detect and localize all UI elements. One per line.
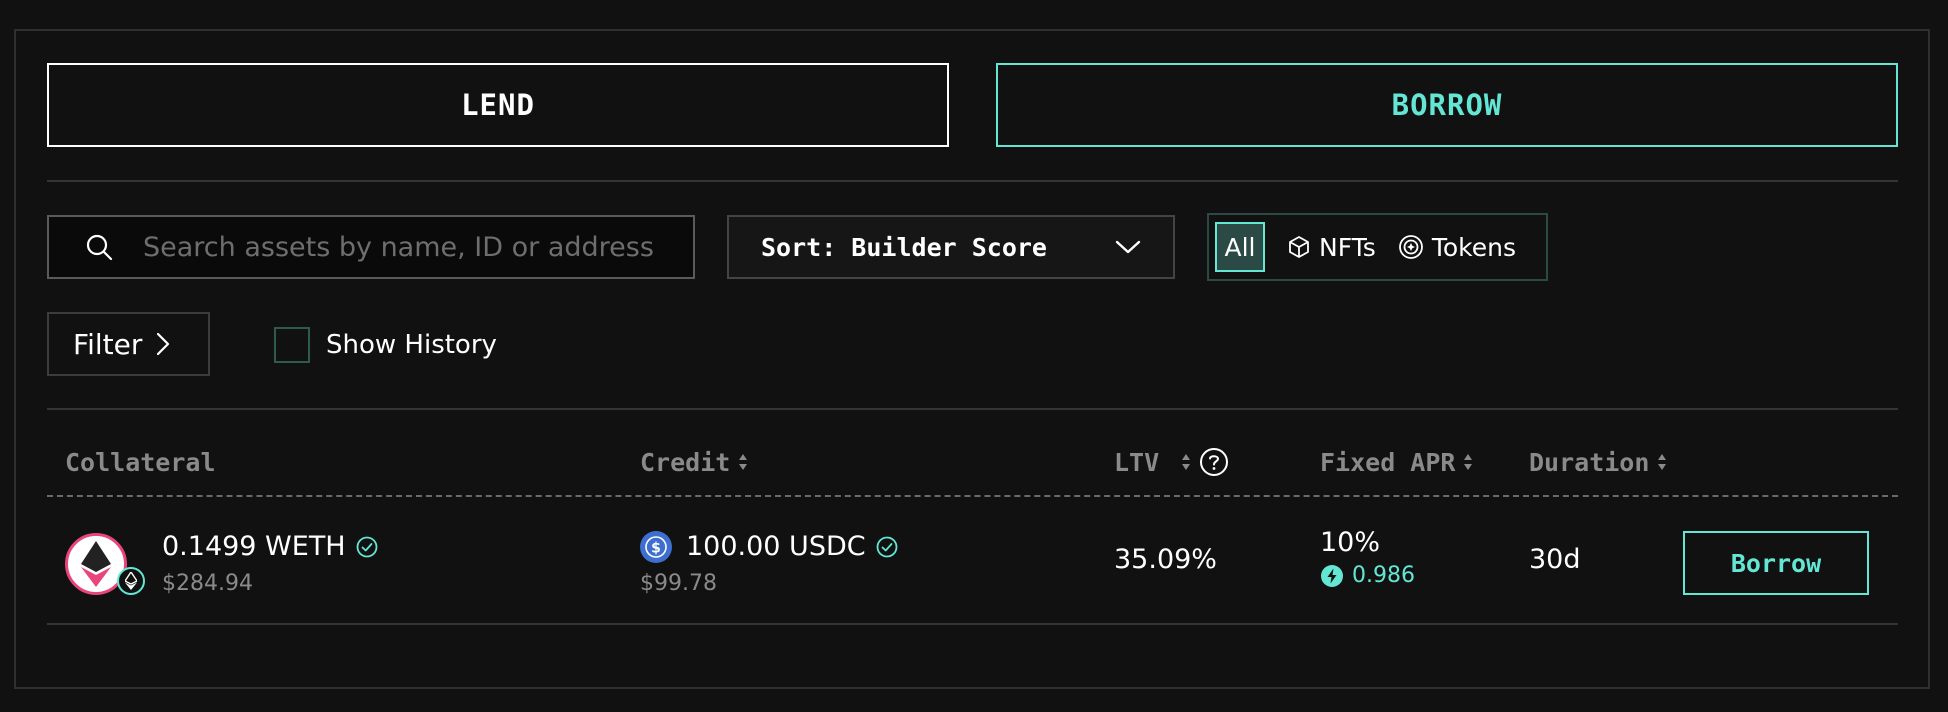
chevron-down-icon — [1115, 240, 1141, 254]
filter-nfts-option[interactable]: NFTs — [1287, 233, 1376, 262]
header-divider — [47, 495, 1898, 497]
usdc-icon: $ — [640, 531, 672, 563]
cube-icon — [1289, 236, 1309, 258]
header-credit[interactable]: Credit — [640, 445, 748, 479]
header-collateral-label: Collateral — [65, 447, 216, 477]
header-duration-label: Duration — [1529, 447, 1650, 477]
help-icon[interactable] — [1199, 447, 1229, 477]
divider — [47, 408, 1898, 410]
collateral-usd: $284.94 — [162, 571, 253, 596]
ltv-value: 35.09% — [1114, 544, 1217, 575]
token-icon — [1398, 235, 1423, 259]
eth-icon — [81, 541, 111, 587]
sort-dropdown[interactable]: Sort: Builder Score — [727, 215, 1175, 279]
apr-score: 0.986 — [1320, 563, 1415, 588]
nfts-label: NFTs — [1319, 232, 1376, 262]
search-icon — [86, 234, 113, 261]
chevron-right-icon — [157, 332, 170, 356]
header-apr-label: Fixed APR — [1320, 447, 1456, 477]
credit-usd: $99.78 — [640, 571, 717, 596]
header-duration[interactable]: Duration — [1529, 445, 1667, 479]
credit-amount: 100.00 USDC — [686, 530, 898, 564]
show-history-label: Show History — [326, 330, 497, 360]
borrow-tab[interactable]: BORROW — [996, 63, 1898, 147]
header-apr[interactable]: Fixed APR — [1320, 445, 1473, 479]
sort-icon — [1464, 454, 1473, 470]
filter-button[interactable]: Filter — [47, 312, 210, 376]
verified-icon — [876, 536, 898, 558]
sort-icon — [1182, 454, 1191, 470]
lend-tab[interactable]: LEND — [47, 63, 949, 147]
credit-amount-text: 100.00 USDC — [686, 531, 866, 562]
divider — [47, 180, 1898, 182]
eth-icon — [125, 572, 137, 590]
header-ltv[interactable]: LTV — [1114, 445, 1229, 479]
row-divider — [47, 623, 1898, 625]
header-collateral: Collateral — [65, 445, 216, 479]
score-icon — [1321, 564, 1343, 587]
filter-tokens-option[interactable]: Tokens — [1398, 233, 1516, 262]
filter-all-option[interactable]: All — [1215, 222, 1265, 272]
borrow-button[interactable]: Borrow — [1683, 531, 1869, 595]
collateral-amount: 0.1499 WETH — [162, 530, 378, 564]
filter-label: Filter — [73, 327, 143, 361]
collateral-amount-text: 0.1499 WETH — [162, 531, 346, 562]
duration-value: 30d — [1529, 544, 1581, 575]
sort-icon — [739, 454, 748, 470]
apr-value: 10% — [1320, 527, 1381, 558]
header-credit-label: Credit — [640, 447, 731, 477]
show-history-checkbox[interactable] — [274, 327, 310, 363]
svg-text:$: $ — [651, 541, 661, 557]
search-box[interactable] — [47, 215, 695, 279]
apr-score-text: 0.986 — [1352, 563, 1415, 588]
sort-icon — [1658, 454, 1667, 470]
tokens-label: Tokens — [1431, 232, 1516, 262]
asset-type-toggle: All NFTs Tokens — [1207, 213, 1548, 281]
chain-badge — [117, 567, 145, 595]
sort-label: Sort: Builder Score — [761, 232, 1047, 262]
search-input[interactable] — [143, 231, 683, 263]
header-ltv-label: LTV — [1114, 447, 1160, 477]
verified-icon — [356, 536, 378, 558]
